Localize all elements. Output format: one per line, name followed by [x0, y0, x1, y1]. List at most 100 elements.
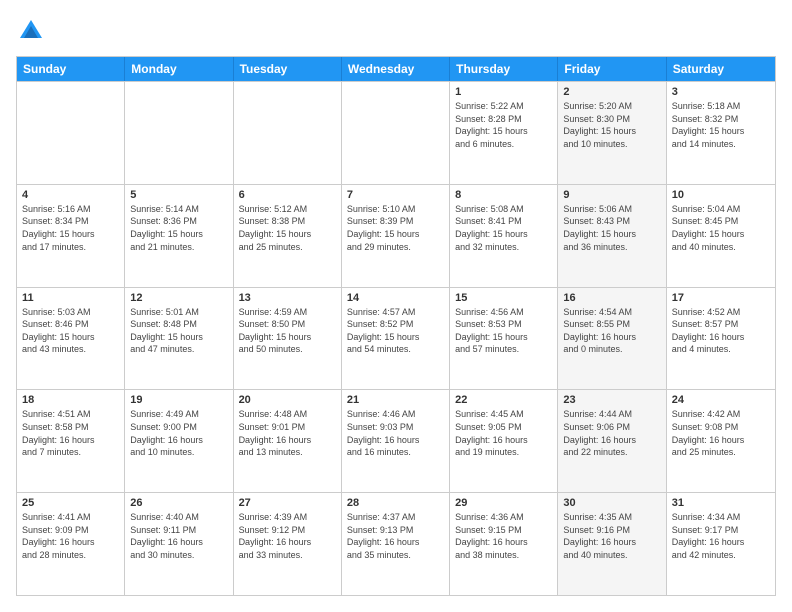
- weekday-header-sunday: Sunday: [17, 57, 125, 81]
- day-cell-25: 25 Sunrise: 4:41 AMSunset: 9:09 PMDayligh…: [17, 493, 125, 595]
- day-info: Sunrise: 4:45 AMSunset: 9:05 PMDaylight:…: [455, 408, 552, 458]
- calendar-row-1: 4 Sunrise: 5:16 AMSunset: 8:34 PMDaylight…: [17, 184, 775, 287]
- day-cell-24: 24Sunrise: 4:42 AMSunset: 9:08 PMDayligh…: [667, 390, 775, 492]
- day-cell-14: 14 Sunrise: 4:57 AMSunset: 8:52 PMDayligh…: [342, 288, 450, 390]
- day-number: 16: [563, 292, 660, 304]
- day-number: 8: [455, 189, 552, 201]
- day-info: Sunrise: 5:12 AMSunset: 8:38 PMDaylight:…: [239, 203, 336, 253]
- day-info: Sunrise: 4:57 AMSunset: 8:52 PMDaylight:…: [347, 306, 444, 356]
- day-info: Sunrise: 5:04 AMSunset: 8:45 PMDaylight:…: [672, 203, 770, 253]
- day-number: 13: [239, 292, 336, 304]
- day-number: 10: [672, 189, 770, 201]
- day-cell-16: 16 Sunrise: 4:54 AMSunset: 8:55 PMDayligh…: [558, 288, 666, 390]
- day-cell-6: 6 Sunrise: 5:12 AMSunset: 8:38 PMDaylight…: [234, 185, 342, 287]
- day-cell-29: 29 Sunrise: 4:36 AMSunset: 9:15 PMDayligh…: [450, 493, 558, 595]
- calendar-row-4: 25 Sunrise: 4:41 AMSunset: 9:09 PMDayligh…: [17, 492, 775, 595]
- day-info: Sunrise: 4:39 AMSunset: 9:12 PMDaylight:…: [239, 511, 336, 561]
- day-info: Sunrise: 4:37 AMSunset: 9:13 PMDaylight:…: [347, 511, 444, 561]
- day-cell-12: 12 Sunrise: 5:01 AMSunset: 8:48 PMDayligh…: [125, 288, 233, 390]
- calendar-header: SundayMondayTuesdayWednesdayThursdayFrid…: [17, 57, 775, 81]
- day-cell-15: 15Sunrise: 4:56 AMSunset: 8:53 PMDayligh…: [450, 288, 558, 390]
- day-number: 4: [22, 189, 119, 201]
- weekday-header-thursday: Thursday: [450, 57, 558, 81]
- day-number: 29: [455, 497, 552, 509]
- day-info: Sunrise: 4:41 AMSunset: 9:09 PMDaylight:…: [22, 511, 119, 561]
- page: SundayMondayTuesdayWednesdayThursdayFrid…: [0, 0, 792, 612]
- day-number: 2: [563, 86, 660, 98]
- day-cell-21: 21 Sunrise: 4:46 AMSunset: 9:03 PMDayligh…: [342, 390, 450, 492]
- day-cell-10: 10 Sunrise: 5:04 AMSunset: 8:45 PMDayligh…: [667, 185, 775, 287]
- day-number: 14: [347, 292, 444, 304]
- day-cell-31: 31Sunrise: 4:34 AMSunset: 9:17 PMDayligh…: [667, 493, 775, 595]
- logo: [16, 16, 50, 46]
- empty-cell-0-1: [125, 82, 233, 184]
- calendar-row-3: 18Sunrise: 4:51 AMSunset: 8:58 PMDayligh…: [17, 389, 775, 492]
- day-number: 26: [130, 497, 227, 509]
- day-info: Sunrise: 4:54 AMSunset: 8:55 PMDaylight:…: [563, 306, 660, 356]
- day-number: 9: [563, 189, 660, 201]
- day-cell-18: 18Sunrise: 4:51 AMSunset: 8:58 PMDayligh…: [17, 390, 125, 492]
- day-cell-27: 27 Sunrise: 4:39 AMSunset: 9:12 PMDayligh…: [234, 493, 342, 595]
- day-number: 25: [22, 497, 119, 509]
- day-info: Sunrise: 4:46 AMSunset: 9:03 PMDaylight:…: [347, 408, 444, 458]
- calendar-row-0: 1Sunrise: 5:22 AMSunset: 8:28 PMDaylight…: [17, 81, 775, 184]
- day-cell-28: 28 Sunrise: 4:37 AMSunset: 9:13 PMDayligh…: [342, 493, 450, 595]
- day-info: Sunrise: 5:08 AMSunset: 8:41 PMDaylight:…: [455, 203, 552, 253]
- day-info: Sunrise: 5:14 AMSunset: 8:36 PMDaylight:…: [130, 203, 227, 253]
- day-info: Sunrise: 4:49 AMSunset: 9:00 PMDaylight:…: [130, 408, 227, 458]
- day-cell-19: 19Sunrise: 4:49 AMSunset: 9:00 PMDayligh…: [125, 390, 233, 492]
- weekday-header-monday: Monday: [125, 57, 233, 81]
- day-info: Sunrise: 4:51 AMSunset: 8:58 PMDaylight:…: [22, 408, 119, 458]
- day-number: 31: [672, 497, 770, 509]
- calendar-row-2: 11 Sunrise: 5:03 AMSunset: 8:46 PMDayligh…: [17, 287, 775, 390]
- day-info: Sunrise: 5:22 AMSunset: 8:28 PMDaylight:…: [455, 100, 552, 150]
- weekday-header-tuesday: Tuesday: [234, 57, 342, 81]
- day-cell-17: 17 Sunrise: 4:52 AMSunset: 8:57 PMDayligh…: [667, 288, 775, 390]
- day-info: Sunrise: 5:01 AMSunset: 8:48 PMDaylight:…: [130, 306, 227, 356]
- logo-icon: [16, 16, 46, 46]
- day-info: Sunrise: 4:36 AMSunset: 9:15 PMDaylight:…: [455, 511, 552, 561]
- day-number: 12: [130, 292, 227, 304]
- day-number: 23: [563, 394, 660, 406]
- day-number: 28: [347, 497, 444, 509]
- day-number: 27: [239, 497, 336, 509]
- day-number: 24: [672, 394, 770, 406]
- day-info: Sunrise: 4:59 AMSunset: 8:50 PMDaylight:…: [239, 306, 336, 356]
- day-number: 21: [347, 394, 444, 406]
- day-number: 17: [672, 292, 770, 304]
- day-info: Sunrise: 5:18 AMSunset: 8:32 PMDaylight:…: [672, 100, 770, 150]
- day-number: 7: [347, 189, 444, 201]
- day-cell-20: 20Sunrise: 4:48 AMSunset: 9:01 PMDayligh…: [234, 390, 342, 492]
- day-cell-2: 2 Sunrise: 5:20 AMSunset: 8:30 PMDaylight…: [558, 82, 666, 184]
- day-number: 5: [130, 189, 227, 201]
- day-info: Sunrise: 5:16 AMSunset: 8:34 PMDaylight:…: [22, 203, 119, 253]
- day-number: 22: [455, 394, 552, 406]
- day-info: Sunrise: 4:40 AMSunset: 9:11 PMDaylight:…: [130, 511, 227, 561]
- day-number: 6: [239, 189, 336, 201]
- day-cell-1: 1Sunrise: 5:22 AMSunset: 8:28 PMDaylight…: [450, 82, 558, 184]
- empty-cell-0-2: [234, 82, 342, 184]
- day-info: Sunrise: 5:20 AMSunset: 8:30 PMDaylight:…: [563, 100, 660, 150]
- day-info: Sunrise: 5:06 AMSunset: 8:43 PMDaylight:…: [563, 203, 660, 253]
- day-cell-26: 26 Sunrise: 4:40 AMSunset: 9:11 PMDayligh…: [125, 493, 233, 595]
- day-info: Sunrise: 4:44 AMSunset: 9:06 PMDaylight:…: [563, 408, 660, 458]
- day-number: 15: [455, 292, 552, 304]
- day-number: 11: [22, 292, 119, 304]
- day-cell-5: 5 Sunrise: 5:14 AMSunset: 8:36 PMDaylight…: [125, 185, 233, 287]
- day-cell-4: 4 Sunrise: 5:16 AMSunset: 8:34 PMDaylight…: [17, 185, 125, 287]
- weekday-header-saturday: Saturday: [667, 57, 775, 81]
- day-cell-23: 23 Sunrise: 4:44 AMSunset: 9:06 PMDayligh…: [558, 390, 666, 492]
- day-info: Sunrise: 4:35 AMSunset: 9:16 PMDaylight:…: [563, 511, 660, 561]
- weekday-header-wednesday: Wednesday: [342, 57, 450, 81]
- day-info: Sunrise: 5:03 AMSunset: 8:46 PMDaylight:…: [22, 306, 119, 356]
- day-cell-8: 8 Sunrise: 5:08 AMSunset: 8:41 PMDaylight…: [450, 185, 558, 287]
- day-info: Sunrise: 5:10 AMSunset: 8:39 PMDaylight:…: [347, 203, 444, 253]
- day-cell-9: 9 Sunrise: 5:06 AMSunset: 8:43 PMDaylight…: [558, 185, 666, 287]
- day-info: Sunrise: 4:48 AMSunset: 9:01 PMDaylight:…: [239, 408, 336, 458]
- day-cell-3: 3Sunrise: 5:18 AMSunset: 8:32 PMDaylight…: [667, 82, 775, 184]
- weekday-header-friday: Friday: [558, 57, 666, 81]
- day-cell-30: 30Sunrise: 4:35 AMSunset: 9:16 PMDayligh…: [558, 493, 666, 595]
- header: [16, 16, 776, 46]
- day-cell-22: 22 Sunrise: 4:45 AMSunset: 9:05 PMDayligh…: [450, 390, 558, 492]
- day-info: Sunrise: 4:52 AMSunset: 8:57 PMDaylight:…: [672, 306, 770, 356]
